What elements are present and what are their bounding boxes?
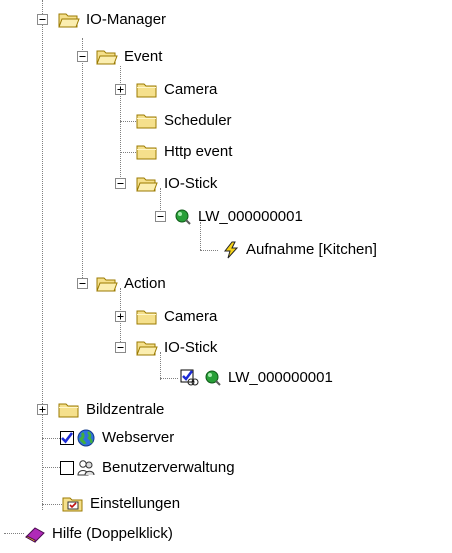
users-icon: [76, 459, 96, 477]
tree-node-event-aufnahme[interactable]: Aufnahme [Kitchen]: [222, 238, 379, 262]
tree-line: [4, 533, 24, 534]
open-folder-icon: [136, 339, 158, 357]
tree-node-bildzentrale[interactable]: Bildzentrale: [58, 398, 166, 422]
open-folder-icon: [58, 11, 80, 29]
tree-node-event-scheduler[interactable]: Scheduler: [136, 109, 234, 133]
node-label: Camera: [164, 308, 218, 325]
tree-view: IO-Manager Event Camera Scheduler Http e…: [0, 0, 452, 553]
node-label: Aufnahme [Kitchen]: [246, 241, 377, 258]
tree-node-action-iostick[interactable]: IO-Stick: [136, 336, 219, 360]
tree-line: [42, 504, 62, 505]
tree-node-benutzerverwaltung[interactable]: Benutzerverwaltung: [60, 456, 237, 480]
tree-line: [42, 0, 43, 510]
node-label: IO-Stick: [164, 339, 218, 356]
tree-line: [42, 438, 60, 439]
tree-line: [82, 38, 83, 284]
folder-icon: [58, 401, 80, 419]
tree-node-webserver[interactable]: Webserver: [60, 426, 176, 450]
expand-toggle[interactable]: [115, 84, 126, 95]
collapse-toggle[interactable]: [77, 278, 88, 289]
node-label: Camera: [164, 81, 218, 98]
settings-folder-icon: [62, 495, 84, 513]
tree-node-event-camera[interactable]: Camera: [136, 78, 219, 102]
webserver-checkbox[interactable]: [60, 431, 74, 445]
collapse-toggle[interactable]: [155, 211, 166, 222]
open-folder-icon: [96, 275, 118, 293]
node-label: Bildzentrale: [86, 401, 165, 418]
node-label: Webserver: [102, 429, 175, 446]
node-label: Einstellungen: [90, 495, 181, 512]
globe-icon: [76, 429, 96, 447]
folder-icon: [136, 81, 158, 99]
folder-icon: [136, 112, 158, 130]
collapse-toggle[interactable]: [115, 342, 126, 353]
tree-node-event-iostick[interactable]: IO-Stick: [136, 172, 219, 196]
node-label: IO-Stick: [164, 175, 218, 192]
node-label: Benutzerverwaltung: [102, 459, 235, 476]
folder-icon: [136, 143, 158, 161]
tree-line: [42, 467, 60, 468]
tree-node-event-lw[interactable]: LW_000000001: [174, 205, 305, 229]
tree-node-einstellungen[interactable]: Einstellungen: [62, 492, 182, 516]
lightning-icon: [222, 241, 240, 259]
expand-toggle[interactable]: [115, 311, 126, 322]
node-label: Http event: [164, 143, 233, 160]
tree-node-action-camera[interactable]: Camera: [136, 305, 219, 329]
collapse-toggle[interactable]: [37, 14, 48, 25]
node-label: Event: [124, 48, 163, 65]
benutzerverwaltung-checkbox[interactable]: [60, 461, 74, 475]
tree-node-event[interactable]: Event: [96, 45, 164, 69]
tree-node-io-manager[interactable]: IO-Manager: [58, 8, 168, 32]
help-book-icon: [24, 525, 46, 543]
node-label: LW_000000001: [228, 369, 333, 386]
node-label: Hilfe (Doppelklick): [52, 525, 173, 542]
folder-icon: [136, 308, 158, 326]
tree-line: [160, 378, 178, 379]
green-status-icon: [174, 208, 192, 226]
node-label: LW_000000001: [198, 208, 303, 225]
node-label: Action: [124, 275, 166, 292]
checked-link-icon: [180, 369, 202, 387]
tree-node-event-http[interactable]: Http event: [136, 140, 234, 164]
tree-node-action-lw[interactable]: LW_000000001: [180, 366, 335, 390]
collapse-toggle[interactable]: [77, 51, 88, 62]
tree-node-hilfe[interactable]: Hilfe (Doppelklick): [24, 522, 175, 546]
collapse-toggle[interactable]: [115, 178, 126, 189]
node-label: IO-Manager: [86, 11, 167, 28]
open-folder-icon: [136, 175, 158, 193]
node-label: Scheduler: [164, 112, 232, 129]
expand-toggle[interactable]: [37, 404, 48, 415]
green-status-icon: [204, 369, 222, 387]
tree-node-action[interactable]: Action: [96, 272, 168, 296]
tree-line: [200, 250, 218, 251]
open-folder-icon: [96, 48, 118, 66]
